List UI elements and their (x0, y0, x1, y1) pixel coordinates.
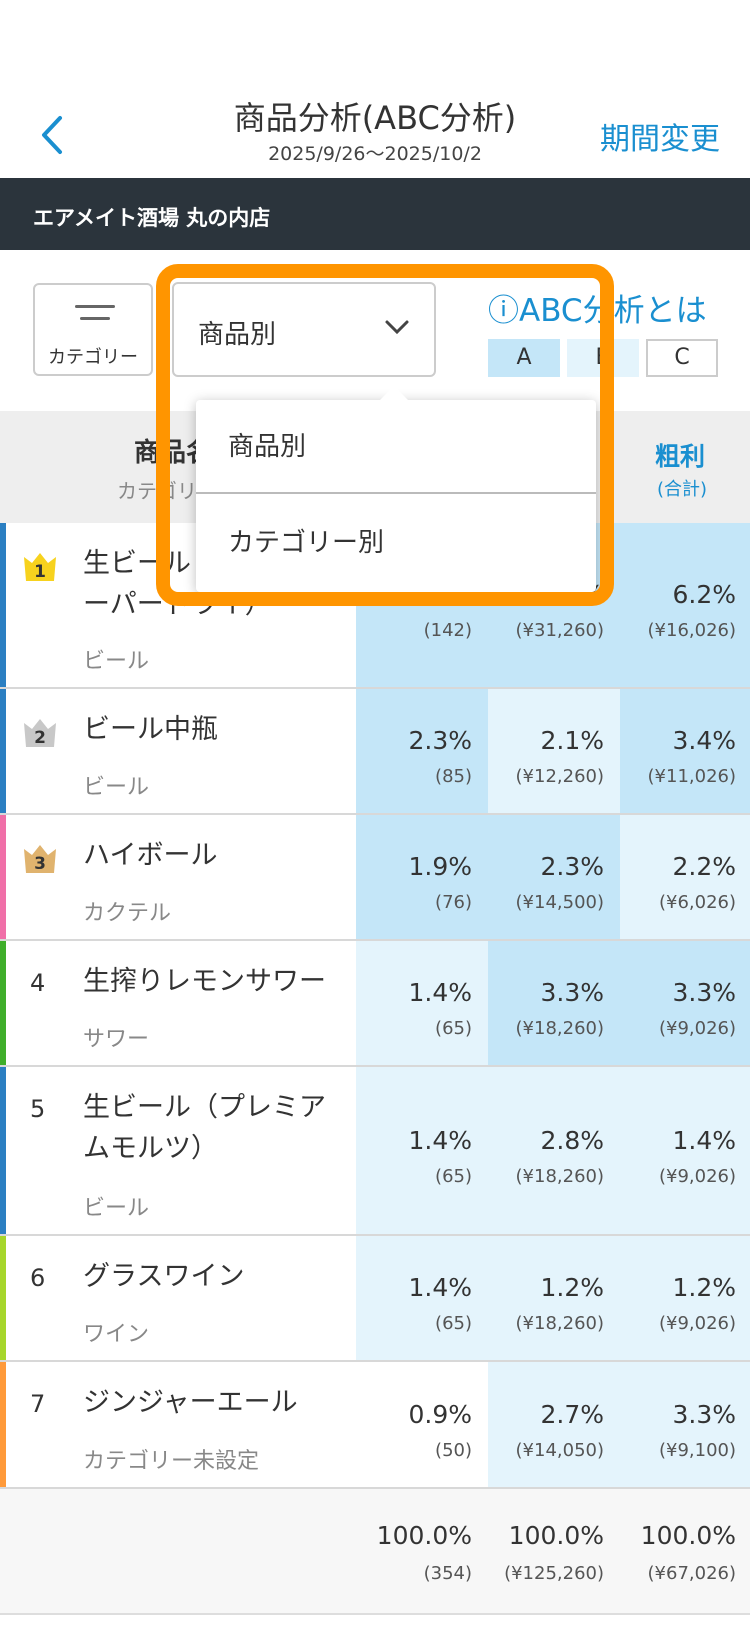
total-qty: (354) (423, 1563, 472, 1584)
profit-pct: 1.2% (672, 1273, 736, 1302)
sales-value: (¥18,260) (515, 1313, 604, 1334)
qty-value: (65) (435, 1018, 472, 1039)
qty-pct: 2.3% (408, 726, 472, 755)
highlight-frame (156, 264, 614, 606)
category-color-bar (0, 1236, 6, 1360)
store-name: エアメイト酒場 丸の内店 (33, 206, 271, 230)
qty-value: (76) (435, 892, 472, 913)
qty-value: (85) (435, 766, 472, 787)
sales-pct: 2.1% (540, 726, 604, 755)
crown-icon: 1 (22, 547, 58, 583)
product-name: グラスワイン (83, 1261, 245, 1292)
product-category: ワイン (83, 1322, 150, 1347)
table-row[interactable]: 4 生搾りレモンサワーサワー 1.4% (65) 3.3% (¥18,260) 3.3% (¥… (0, 941, 750, 1067)
totals-row: 100.0% (354) 100.0% (¥125,260) 100.0% (¥… (0, 1489, 750, 1615)
category-color-bar (0, 1067, 6, 1234)
product-category: ビール (83, 649, 150, 674)
sales-value: (¥18,260) (515, 1018, 604, 1039)
total-sales: (¥125,260) (504, 1563, 604, 1584)
category-color-bar (0, 815, 6, 939)
sales-pct: 3.3% (540, 978, 604, 1007)
qty-pct: 1.4% (408, 1126, 472, 1155)
sales-pct: 2.7% (540, 1400, 604, 1429)
qty-pct: 0.9% (408, 1400, 472, 1429)
product-category: カクテル (83, 901, 172, 926)
profit-value: (¥9,100) (658, 1440, 736, 1461)
qty-pct: 1.4% (408, 978, 472, 1007)
product-name: ビール中瓶 (83, 714, 218, 745)
rank-number: 4 (30, 969, 46, 997)
profit-value: (¥9,026) (658, 1018, 736, 1039)
product-category: サワー (83, 1027, 150, 1052)
rank-number: 7 (30, 1390, 46, 1418)
category-filter-label: カテゴリー (48, 347, 138, 368)
sales-value: (¥12,260) (515, 766, 604, 787)
profit-pct: 6.2% (672, 580, 736, 609)
category-filter-button[interactable]: カテゴリー (33, 283, 153, 376)
product-name: 生搾りレモンサワー (83, 966, 326, 997)
product-name: ジンジャーエール (83, 1387, 298, 1418)
sales-pct: 2.3% (540, 852, 604, 881)
sales-value: (¥14,500) (515, 892, 604, 913)
period-change-button[interactable]: 期間変更 (600, 114, 720, 158)
product-category: カテゴリー未設定 (83, 1449, 260, 1474)
product-name: ハイボール (83, 840, 218, 871)
category-color-bar (0, 941, 6, 1065)
qty-value: (50) (435, 1440, 472, 1461)
total-qty-pct: 100.0% (376, 1521, 472, 1550)
legend-c: C (646, 339, 718, 377)
profit-value: (¥6,026) (658, 892, 736, 913)
rank-number: 5 (30, 1095, 46, 1123)
product-category: ビール (83, 775, 150, 800)
product-category: ビール (83, 1196, 150, 1221)
profit-value: (¥11,026) (647, 766, 736, 787)
category-color-bar (0, 689, 6, 813)
sales-value: (¥14,050) (515, 1440, 604, 1461)
total-sales-pct: 100.0% (508, 1521, 604, 1550)
sales-value: (¥31,260) (515, 620, 604, 641)
table-row[interactable]: 5 生ビール（プレミアムモルツ） ビール 1.4% (65) 2.8% (¥18,260) 1… (0, 1067, 750, 1236)
column-header-profit-sub: (合計) (657, 479, 708, 500)
category-color-bar (0, 523, 6, 687)
qty-pct: 1.4% (408, 1273, 472, 1302)
qty-value: (65) (435, 1313, 472, 1334)
qty-value: (65) (435, 1166, 472, 1187)
rank-number: 2 (34, 728, 46, 748)
menu-icon (75, 305, 115, 329)
profit-value: (¥9,026) (658, 1313, 736, 1334)
sales-pct: 1.2% (540, 1273, 604, 1302)
total-profit: (¥67,026) (647, 1563, 736, 1584)
sales-value: (¥18,260) (515, 1166, 604, 1187)
rank-number: 3 (34, 854, 46, 874)
profit-value: (¥9,026) (658, 1166, 736, 1187)
table-row[interactable]: 3 ハイボールカクテル 1.9% (76) 2.3% (¥14,500) 2.2% (¥6,0… (0, 815, 750, 941)
profit-pct: 2.2% (672, 852, 736, 881)
table-row[interactable]: 6 グラスワインワイン 1.4% (65) 1.2% (¥18,260) 1.2% (¥9,0… (0, 1236, 750, 1362)
rank-number: 6 (30, 1264, 46, 1292)
total-profit-pct: 100.0% (640, 1521, 736, 1550)
qty-pct: 1.9% (408, 852, 472, 881)
table-row[interactable]: 2 ビール中瓶ビール 2.3% (85) 2.1% (¥12,260) 3.4% (¥11,0… (0, 689, 750, 815)
profit-pct: 3.3% (672, 1400, 736, 1429)
column-header-profit[interactable]: 粗利 (655, 437, 705, 473)
profit-pct: 3.4% (672, 726, 736, 755)
sales-pct: 2.8% (540, 1126, 604, 1155)
qty-value: (142) (423, 620, 472, 641)
crown-icon: 3 (22, 839, 58, 875)
product-name: 生ビール（プレミアムモルツ） (83, 1092, 326, 1164)
table-row[interactable]: 7 ジンジャーエールカテゴリー未設定 0.9% (50) 2.7% (¥14,050) 3.… (0, 1362, 750, 1489)
profit-pct: 3.3% (672, 978, 736, 1007)
rank-number: 1 (34, 562, 46, 582)
profit-value: (¥16,026) (647, 620, 736, 641)
crown-icon: 2 (22, 713, 58, 749)
category-color-bar (0, 1362, 6, 1487)
profit-pct: 1.4% (672, 1126, 736, 1155)
